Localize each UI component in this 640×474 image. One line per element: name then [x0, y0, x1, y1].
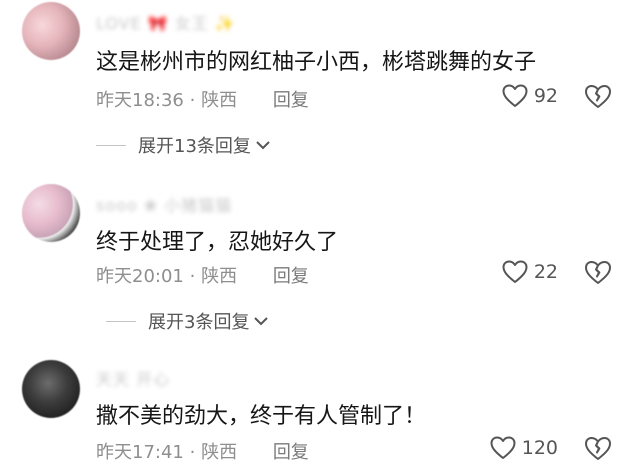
- heart-icon: [502, 84, 528, 107]
- heart-icon: [490, 436, 516, 459]
- location: 陕西: [201, 266, 238, 287]
- comment-text: 终于处理了，忍她好久了: [96, 230, 339, 255]
- timestamp: 昨天17:41: [96, 442, 184, 463]
- timestamp: 昨天18:36: [96, 90, 184, 111]
- username[interactable]: 天天 开心: [96, 366, 170, 389]
- like-button[interactable]: 22: [502, 260, 558, 284]
- like-button[interactable]: 120: [490, 436, 558, 460]
- comment-meta: 昨天18:36 · 陕西 回复: [96, 86, 309, 112]
- meta-separator: ·: [189, 266, 196, 287]
- expand-replies-button[interactable]: 展开3条回复: [106, 308, 269, 334]
- comment-text: 撒不美的劲大，终于有人管制了！: [96, 404, 427, 429]
- avatar[interactable]: [22, 2, 80, 60]
- location: 陕西: [201, 442, 238, 463]
- heart-icon: [502, 260, 528, 283]
- expand-replies-label: 展开13条回复: [138, 136, 251, 157]
- divider-line: [106, 320, 136, 322]
- like-count: 22: [533, 261, 558, 283]
- meta-separator: ·: [189, 90, 196, 111]
- like-count: 92: [533, 85, 558, 107]
- chevron-down-icon: [254, 317, 269, 326]
- location: 陕西: [201, 90, 238, 111]
- reply-button[interactable]: 回复: [273, 90, 309, 111]
- broken-heart-icon[interactable]: [584, 84, 612, 110]
- like-count: 120: [521, 437, 558, 459]
- expand-replies-button[interactable]: 展开13条回复: [96, 132, 271, 158]
- broken-heart-icon[interactable]: [584, 260, 612, 286]
- username[interactable]: sooo ❀ 小猪猫猫: [96, 192, 232, 215]
- timestamp: 昨天20:01: [96, 266, 184, 287]
- comment-text: 这是彬州市的网红柚子小西，彬塔跳舞的女子: [96, 50, 537, 75]
- like-button[interactable]: 92: [502, 84, 558, 108]
- divider-line: [96, 144, 126, 146]
- username[interactable]: LOVE 🎀 女王 ✨: [96, 10, 236, 33]
- broken-heart-icon[interactable]: [584, 436, 612, 462]
- avatar[interactable]: [22, 184, 80, 242]
- comment-meta: 昨天17:41 · 陕西 回复: [96, 438, 309, 464]
- chevron-down-icon: [256, 141, 270, 150]
- reply-button[interactable]: 回复: [273, 266, 309, 287]
- meta-separator: ·: [189, 442, 196, 463]
- reply-button[interactable]: 回复: [273, 442, 309, 463]
- comment-meta: 昨天20:01 · 陕西 回复: [96, 262, 309, 288]
- avatar[interactable]: [22, 360, 80, 418]
- expand-replies-label: 展开3条回复: [148, 312, 250, 333]
